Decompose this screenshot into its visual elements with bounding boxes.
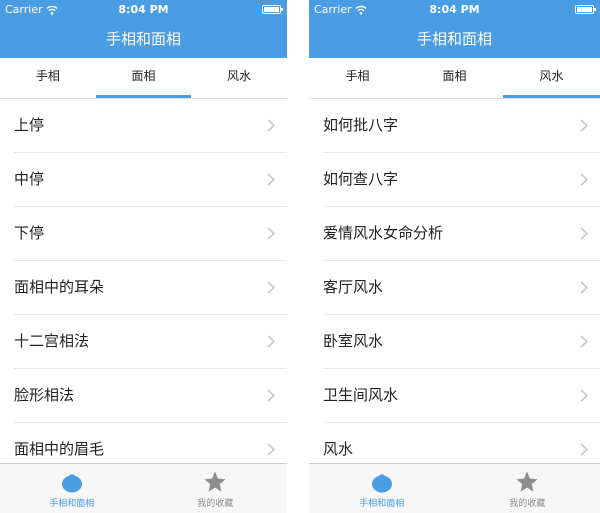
chevron-right-icon	[267, 443, 275, 456]
list-item[interactable]: 脸形相法	[14, 369, 287, 423]
chevron-right-icon	[267, 281, 275, 294]
list-item-label: 十二宫相法	[14, 332, 90, 350]
chevron-right-icon	[267, 227, 275, 240]
status-bar: Carrier 8:04 PM	[0, 0, 287, 20]
list-item[interactable]: 风水	[323, 423, 600, 464]
list-item[interactable]: 中停	[14, 153, 287, 207]
list-item[interactable]: 爱情风水女命分析	[323, 207, 600, 261]
article-list: 如何批八字 如何查八字 爱情风水女命分析 客厅风水 卧室风水 卫生间风水 风水	[309, 99, 600, 464]
list-item[interactable]: 上停	[14, 99, 287, 153]
list-item-label: 卫生间风水	[323, 386, 399, 404]
list-item-label: 风水	[323, 440, 354, 458]
list-item-label: 上停	[14, 116, 45, 134]
fruit-icon	[61, 474, 82, 493]
list-item[interactable]: 面相中的耳朵	[14, 261, 287, 315]
tab-palm[interactable]: 手相	[309, 58, 406, 98]
chevron-right-icon	[580, 119, 588, 132]
list-item-label: 如何批八字	[323, 116, 399, 134]
tab-bar: 手相和面相 我的收藏	[0, 463, 287, 513]
tab-face[interactable]: 面相	[95, 58, 192, 98]
battery-icon	[575, 5, 596, 14]
list-item[interactable]: 下停	[14, 207, 287, 261]
chevron-right-icon	[580, 227, 588, 240]
list-item[interactable]: 客厅风水	[323, 261, 600, 315]
tabbar-label: 我的收藏	[509, 499, 546, 509]
chevron-right-icon	[580, 389, 588, 402]
battery-icon	[262, 5, 283, 14]
chevron-right-icon	[580, 173, 588, 186]
phone-screen-right: Carrier 8:04 PM 手相和面相 手相 面相 风水 如何批八字 如何查…	[309, 0, 600, 513]
chevron-right-icon	[580, 443, 588, 456]
article-list: 上停 中停 下停 面相中的耳朵 十二宫相法 脸形相法 面相中的眉毛	[0, 99, 287, 464]
tabbar-label: 手相和面相	[49, 499, 95, 509]
tab-fengshui[interactable]: 风水	[191, 58, 287, 98]
list-item-label: 卧室风水	[323, 332, 384, 350]
status-time: 8:04 PM	[118, 3, 169, 16]
list-item-label: 中停	[14, 170, 45, 188]
segment-tabs: 手相 面相 风水	[0, 58, 287, 99]
chevron-right-icon	[267, 389, 275, 402]
list-item[interactable]: 如何批八字	[323, 99, 600, 153]
list-item[interactable]: 卫生间风水	[323, 369, 600, 423]
star-icon	[516, 471, 538, 492]
status-time: 8:04 PM	[429, 3, 480, 16]
list-item[interactable]: 如何查八字	[323, 153, 600, 207]
list-item-label: 面相中的耳朵	[14, 278, 105, 296]
tab-bar: 手相和面相 我的收藏	[309, 463, 600, 513]
segment-tabs: 手相 面相 风水	[309, 58, 600, 99]
nav-title: 手相和面相	[309, 20, 600, 58]
chevron-right-icon	[580, 335, 588, 348]
chevron-right-icon	[267, 335, 275, 348]
status-bar: Carrier 8:04 PM	[309, 0, 600, 20]
list-item[interactable]: 卧室风水	[323, 315, 600, 369]
chevron-right-icon	[267, 119, 275, 132]
tabbar-item-favorites[interactable]: 我的收藏	[455, 464, 600, 513]
tab-fengshui[interactable]: 风水	[503, 58, 600, 98]
tabbar-item-favorites[interactable]: 我的收藏	[144, 464, 288, 513]
tabbar-item-home[interactable]: 手相和面相	[309, 464, 455, 513]
tabbar-label: 我的收藏	[197, 499, 234, 509]
star-icon	[204, 471, 226, 492]
list-item[interactable]: 面相中的眉毛	[14, 423, 287, 464]
list-item-label: 客厅风水	[323, 278, 384, 296]
list-item[interactable]: 十二宫相法	[14, 315, 287, 369]
list-item-label: 如何查八字	[323, 170, 399, 188]
phone-screen-left: Carrier 8:04 PM 手相和面相 手相 面相 风水 上停 中停 下停 …	[0, 0, 287, 513]
list-item-label: 脸形相法	[14, 386, 75, 404]
nav-title: 手相和面相	[0, 20, 287, 58]
chevron-right-icon	[267, 173, 275, 186]
chevron-right-icon	[580, 281, 588, 294]
list-item-label: 面相中的眉毛	[14, 440, 105, 458]
tabbar-label: 手相和面相	[359, 499, 405, 509]
fruit-icon	[371, 474, 392, 493]
list-item-label: 爱情风水女命分析	[323, 224, 444, 242]
tab-palm[interactable]: 手相	[0, 58, 96, 98]
tab-face[interactable]: 面相	[406, 58, 503, 98]
list-item-label: 下停	[14, 224, 45, 242]
tabbar-item-home[interactable]: 手相和面相	[0, 464, 144, 513]
